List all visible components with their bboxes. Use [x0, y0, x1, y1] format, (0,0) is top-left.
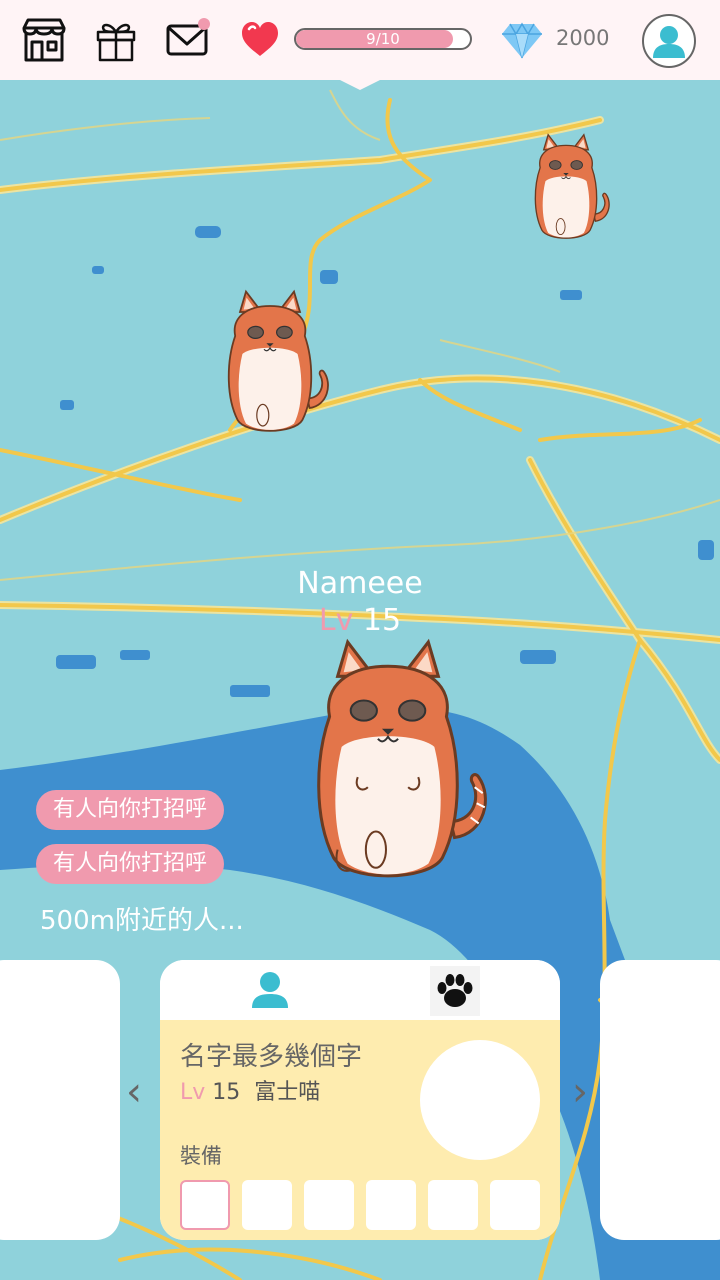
- person-icon: [653, 26, 685, 58]
- player-name: Nameee: [297, 566, 423, 601]
- profile-level-label: Lv: [180, 1080, 206, 1105]
- player-level-label: Lv: [318, 603, 354, 638]
- shop-icon[interactable]: [20, 16, 68, 64]
- paw-icon: [437, 974, 473, 1007]
- hp-text: 9/10: [366, 30, 400, 48]
- profile-card-tabs: [160, 960, 560, 1020]
- gift-icon[interactable]: [92, 16, 140, 64]
- nearby-cat-marker[interactable]: [516, 132, 616, 248]
- tab-person[interactable]: [248, 968, 292, 1012]
- profile-level-value: 15: [212, 1080, 241, 1105]
- top-bar: 9/10 2000: [0, 0, 720, 90]
- mail-icon[interactable]: [164, 16, 212, 64]
- top-bar-notch: [336, 78, 384, 90]
- equipment-slot[interactable]: [490, 1180, 540, 1230]
- player-cat[interactable]: [270, 636, 506, 898]
- profile-avatar-button[interactable]: [642, 14, 696, 68]
- heart-icon: [240, 20, 280, 60]
- profile-photo[interactable]: [420, 1040, 540, 1160]
- chevron-right-icon[interactable]: ›: [572, 1072, 588, 1112]
- equipment-slot[interactable]: [304, 1180, 354, 1230]
- equipment-slot[interactable]: [366, 1180, 416, 1230]
- profile-breed: 富士喵: [254, 1080, 321, 1105]
- greeting-notification[interactable]: 有人向你打招呼: [36, 790, 225, 830]
- player-level-value: 15: [362, 603, 402, 638]
- equipment-slot[interactable]: [428, 1180, 478, 1230]
- equipment-slot[interactable]: [180, 1180, 230, 1230]
- profile-name: 名字最多幾個字: [180, 1042, 363, 1072]
- hp-bar: 9/10: [294, 28, 472, 50]
- profile-card-body: 名字最多幾個字 Lv 15 富士喵 裝備: [160, 1020, 560, 1240]
- equipment-label: 裝備: [180, 1144, 222, 1168]
- diamond-icon: [500, 20, 544, 60]
- tab-pet[interactable]: [430, 966, 480, 1016]
- greeting-notification[interactable]: 有人向你打招呼: [36, 844, 225, 884]
- player-level: Lv 15: [240, 603, 480, 638]
- gem-count: 2000: [556, 26, 610, 50]
- nearby-cat-marker[interactable]: [200, 288, 340, 444]
- next-profile-card[interactable]: [600, 960, 720, 1240]
- equipment-slot[interactable]: [242, 1180, 292, 1230]
- profile-level: Lv 15 富士喵: [180, 1074, 320, 1106]
- person-icon: [252, 972, 288, 1008]
- nearby-people-label: 500m附近的人...: [40, 906, 244, 936]
- prev-profile-card[interactable]: [0, 960, 120, 1240]
- chevron-left-icon[interactable]: ‹: [126, 1072, 142, 1112]
- profile-card: 名字最多幾個字 Lv 15 富士喵 裝備: [160, 960, 560, 1240]
